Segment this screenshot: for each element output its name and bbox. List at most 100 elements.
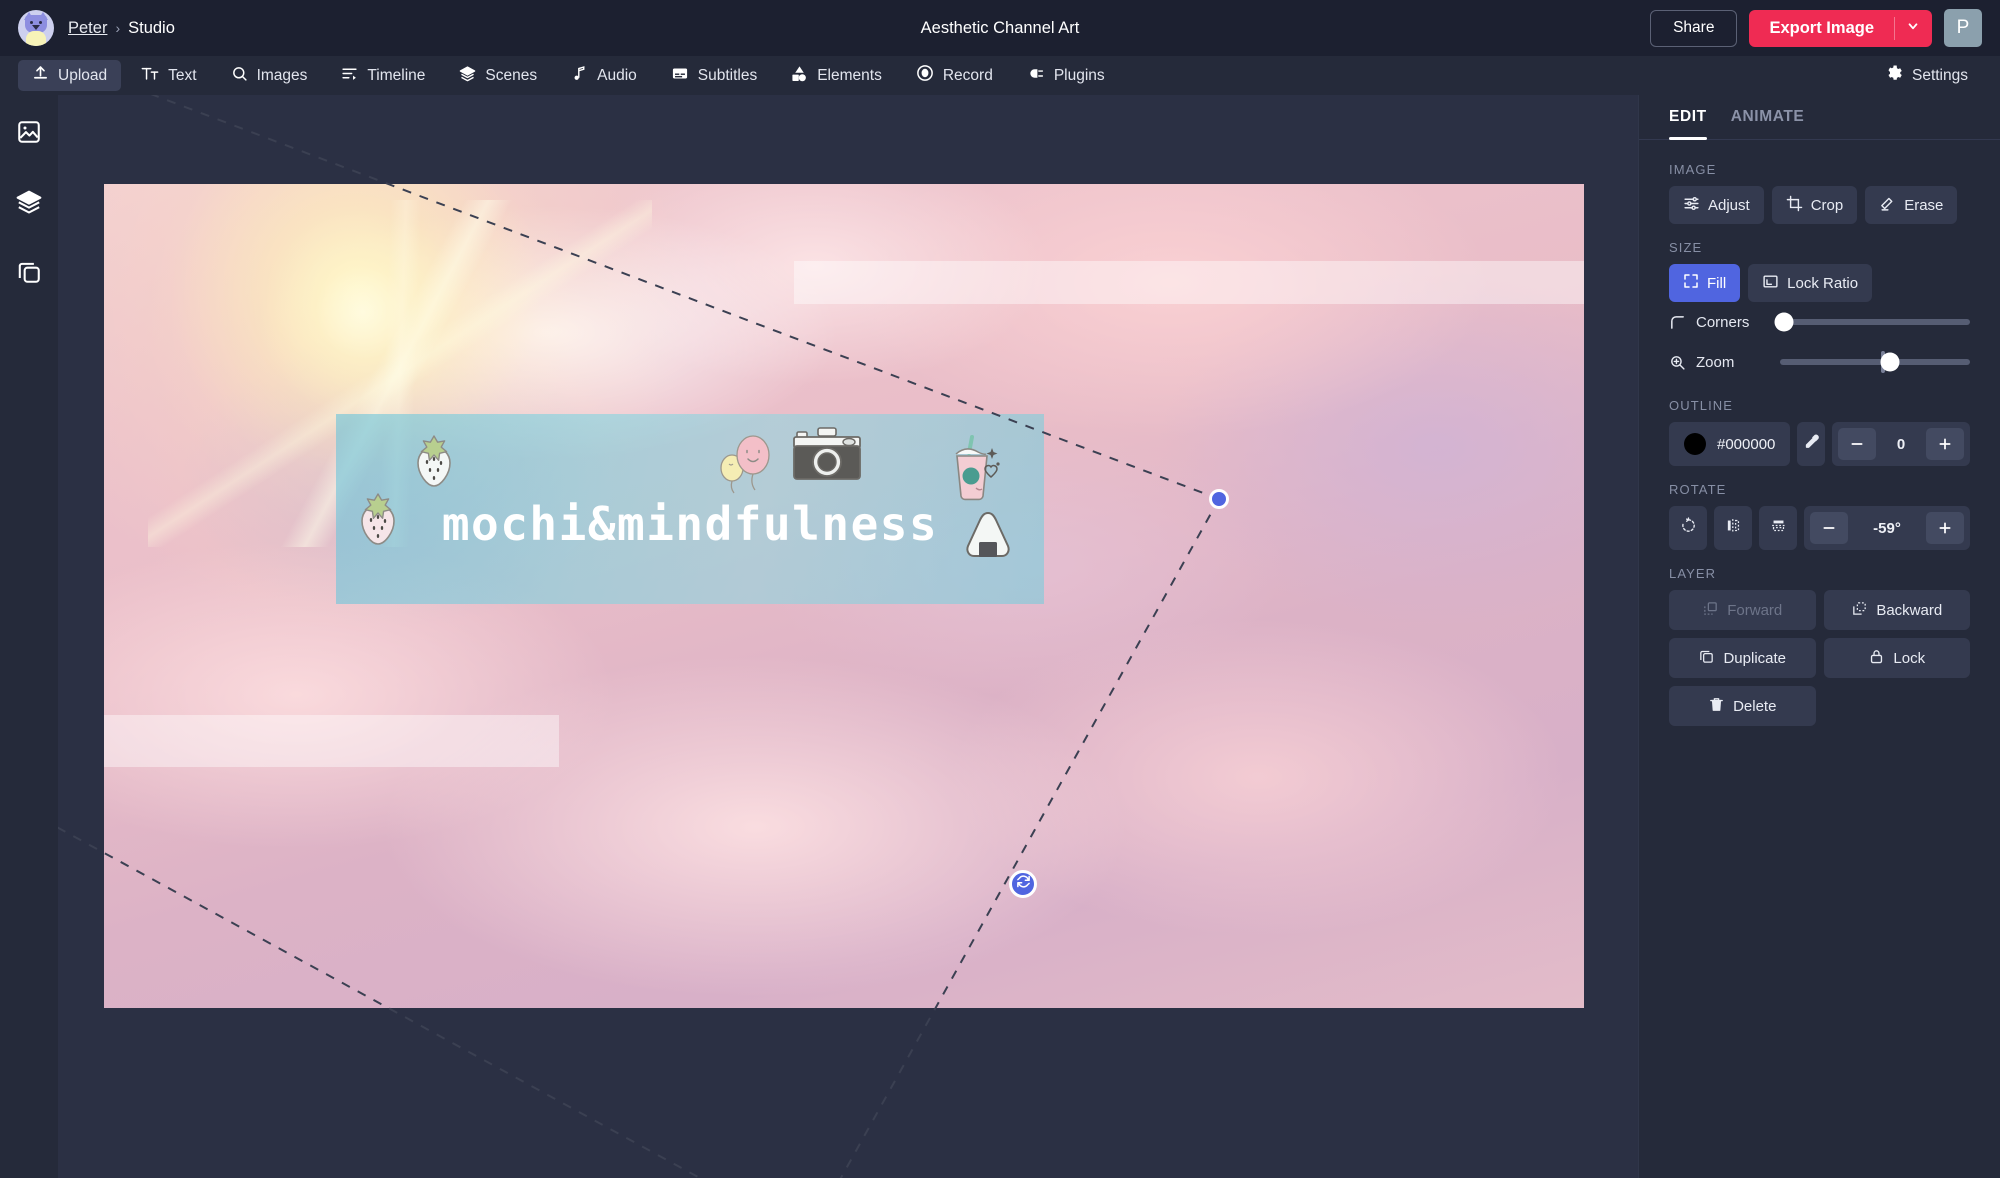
banner-text[interactable]: mochi&mindfulness xyxy=(442,497,938,551)
selected-banner-layer[interactable]: mochi&mindfulness xyxy=(336,414,1044,604)
avatar-eye-right xyxy=(39,21,42,24)
rotate-angle-value: -59° xyxy=(1873,519,1901,537)
resize-handle-top-right[interactable] xyxy=(1209,489,1229,509)
menu-item-settings[interactable]: Settings xyxy=(1871,60,1982,91)
canvas-area[interactable]: mochi&mindfulness xyxy=(58,95,1638,1178)
tab-edit[interactable]: EDIT xyxy=(1669,95,1707,140)
section-label-layer: LAYER xyxy=(1669,566,1717,581)
menu-item-plugins[interactable]: Plugins xyxy=(1013,60,1119,91)
plug-icon xyxy=(1027,65,1045,87)
layers-tool-button[interactable] xyxy=(12,187,46,221)
menu-item-images[interactable]: Images xyxy=(217,60,322,91)
eraser-icon xyxy=(1879,195,1896,216)
outline-color-button[interactable]: #000000 xyxy=(1669,422,1791,466)
export-options-button[interactable] xyxy=(1894,9,1932,47)
body-area: mochi&mindfulness EDIT ANIMATE IMAGE Adj… xyxy=(0,95,2000,1178)
zoom-in-icon xyxy=(1669,354,1686,371)
duplicate-button[interactable]: Duplicate xyxy=(1669,638,1816,678)
subtitles-icon xyxy=(671,65,689,87)
corners-slider[interactable] xyxy=(1774,312,1970,332)
panel-tabs: EDIT ANIMATE xyxy=(1639,95,2000,140)
flip-horizontal-button[interactable] xyxy=(1714,506,1752,550)
export-image-button[interactable]: Export Image xyxy=(1749,9,1894,47)
menu-item-audio[interactable]: Audio xyxy=(557,60,651,91)
adjust-button[interactable]: Adjust xyxy=(1669,186,1764,224)
studio-app: Peter › Studio Aesthetic Channel Art Sha… xyxy=(0,0,2000,1178)
avatar-eye-left xyxy=(30,21,33,24)
menu-item-elements[interactable]: Elements xyxy=(777,60,896,91)
sliders-icon xyxy=(1683,195,1700,216)
crop-icon xyxy=(1786,195,1803,216)
balloons-sticker[interactable] xyxy=(714,428,776,498)
layer-actions: Forward Backward Duplicate Lock Delete xyxy=(1669,590,1970,726)
delete-label: Delete xyxy=(1733,697,1777,715)
chevron-down-icon xyxy=(1906,19,1920,38)
avatar[interactable] xyxy=(18,10,54,46)
camera-sticker[interactable] xyxy=(791,426,863,486)
topbar-actions: Share Export Image P xyxy=(1650,9,1982,47)
fill-button[interactable]: Fill xyxy=(1669,264,1741,302)
menu-label: Timeline xyxy=(367,66,426,84)
flip-horizontal-icon xyxy=(1725,517,1742,539)
artboard[interactable]: mochi&mindfulness xyxy=(104,184,1584,1008)
pages-tool-button[interactable] xyxy=(12,257,46,291)
breadcrumb-separator: › xyxy=(115,20,121,36)
erase-label: Erase xyxy=(1904,196,1944,214)
menu-item-upload[interactable]: Upload xyxy=(18,60,122,91)
strawberry-sticker[interactable] xyxy=(412,434,456,488)
media-tool-button[interactable] xyxy=(12,117,46,151)
menu-item-scenes[interactable]: Scenes xyxy=(445,60,551,91)
rotate-angle-increase[interactable] xyxy=(1926,512,1964,544)
tab-animate[interactable]: ANIMATE xyxy=(1731,95,1805,139)
section-label-outline: OUTLINE xyxy=(1669,398,1734,413)
lock-button[interactable]: Lock xyxy=(1823,638,1970,678)
settings-label: Settings xyxy=(1911,66,1968,84)
menu-item-subtitles[interactable]: Subtitles xyxy=(657,60,771,91)
section-label-image: IMAGE xyxy=(1669,162,1717,177)
menu-label: Subtitles xyxy=(697,66,758,84)
send-backward-icon xyxy=(1851,600,1868,621)
zoom-slider[interactable] xyxy=(1780,351,1970,373)
flip-vertical-button[interactable] xyxy=(1759,506,1797,550)
section-label-size: SIZE xyxy=(1669,240,1703,255)
onigiri-sticker[interactable] xyxy=(960,509,1016,565)
strawberry-sticker[interactable] xyxy=(356,492,400,546)
panel-body: IMAGE Adjust Crop Erase SIZE Fill Lock R… xyxy=(1639,140,2000,726)
delete-button[interactable]: Delete xyxy=(1669,686,1816,726)
layers-icon xyxy=(16,189,42,220)
lock-ratio-button[interactable]: Lock Ratio xyxy=(1748,264,1873,302)
menu-item-record[interactable]: Record xyxy=(902,60,1007,91)
menu-label: Text xyxy=(168,66,197,84)
eyedropper-button[interactable] xyxy=(1797,422,1825,466)
bring-forward-button[interactable]: Forward xyxy=(1669,590,1816,630)
outline-width-value: 0 xyxy=(1896,435,1906,453)
timeline-icon xyxy=(341,65,358,87)
rotate-angle-decrease[interactable] xyxy=(1810,512,1848,544)
erase-button[interactable]: Erase xyxy=(1865,186,1958,224)
menu-item-timeline[interactable]: Timeline xyxy=(327,60,439,91)
share-button[interactable]: Share xyxy=(1650,9,1738,47)
menu-label: Elements xyxy=(817,66,882,84)
corners-slider-knob[interactable] xyxy=(1774,312,1794,332)
send-backward-button[interactable]: Backward xyxy=(1823,590,1970,630)
menu-item-text[interactable]: Text xyxy=(127,60,210,91)
menu-label: Plugins xyxy=(1053,66,1105,84)
breadcrumb-current: Studio xyxy=(128,18,175,37)
rotate-button[interactable] xyxy=(1669,506,1707,550)
aspect-ratio-icon xyxy=(1762,273,1779,294)
profile-button[interactable]: P xyxy=(1944,9,1982,47)
boba-drink-sticker[interactable] xyxy=(944,434,1002,506)
section-label-rotate: ROTATE xyxy=(1669,482,1727,497)
outline-color-swatch xyxy=(1684,433,1706,455)
crop-button[interactable]: Crop xyxy=(1771,186,1858,224)
flip-vertical-icon xyxy=(1770,517,1787,539)
outline-width-increase[interactable] xyxy=(1926,428,1964,460)
outline-width-decrease[interactable] xyxy=(1838,428,1876,460)
zoom-slider-knob[interactable] xyxy=(1880,352,1900,372)
page-title[interactable]: Aesthetic Channel Art xyxy=(921,19,1080,38)
top-bar: Peter › Studio Aesthetic Channel Art Sha… xyxy=(0,0,2000,56)
rotate-handle[interactable] xyxy=(1009,870,1037,898)
breadcrumb-owner[interactable]: Peter xyxy=(68,19,107,38)
menu-bar: Upload Text Images Timeline Scenes Audio… xyxy=(0,56,2000,95)
layers-icon xyxy=(459,65,476,87)
